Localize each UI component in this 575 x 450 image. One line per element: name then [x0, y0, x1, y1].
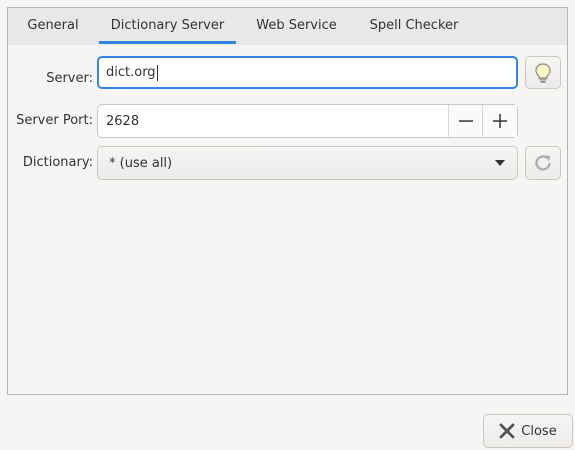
- dictionary-selected-value: * (use all): [109, 155, 173, 171]
- dropdown-arrow-icon: [495, 160, 505, 166]
- server-label: Server:: [46, 71, 93, 86]
- close-button[interactable]: Close: [483, 414, 573, 448]
- server-input-value: dict.org: [106, 65, 156, 80]
- tab-web-service[interactable]: Web Service: [246, 8, 347, 44]
- minus-icon: [459, 120, 473, 122]
- preferences-notebook: General Dictionary Server Web Service Sp…: [7, 7, 568, 395]
- dictionary-server-page: Server: dict.org Server Port: 2628 Dicti…: [8, 45, 567, 394]
- tab-spell-checker[interactable]: Spell Checker: [358, 8, 470, 44]
- server-port-value: 2628: [106, 113, 140, 129]
- tab-dictionary-server[interactable]: Dictionary Server: [99, 8, 236, 44]
- refresh-dictionaries-button[interactable]: [525, 146, 561, 180]
- close-button-label: Close: [521, 423, 557, 439]
- close-icon: [499, 423, 516, 439]
- tab-bar: General Dictionary Server Web Service Sp…: [8, 8, 567, 46]
- text-caret: [156, 64, 158, 81]
- port-decrement-button[interactable]: [448, 105, 483, 137]
- server-input[interactable]: dict.org: [97, 56, 518, 89]
- plus-icon: [493, 114, 507, 128]
- server-port-label: Server Port:: [16, 113, 93, 128]
- dictionary-combo[interactable]: * (use all): [97, 146, 518, 180]
- dictionary-label: Dictionary:: [22, 155, 93, 170]
- server-hint-button[interactable]: [525, 56, 561, 89]
- lightbulb-icon: [535, 62, 551, 83]
- refresh-icon: [535, 155, 551, 171]
- server-port-spinbutton[interactable]: 2628: [97, 104, 518, 138]
- port-increment-button[interactable]: [482, 105, 517, 137]
- tab-general[interactable]: General: [16, 8, 90, 44]
